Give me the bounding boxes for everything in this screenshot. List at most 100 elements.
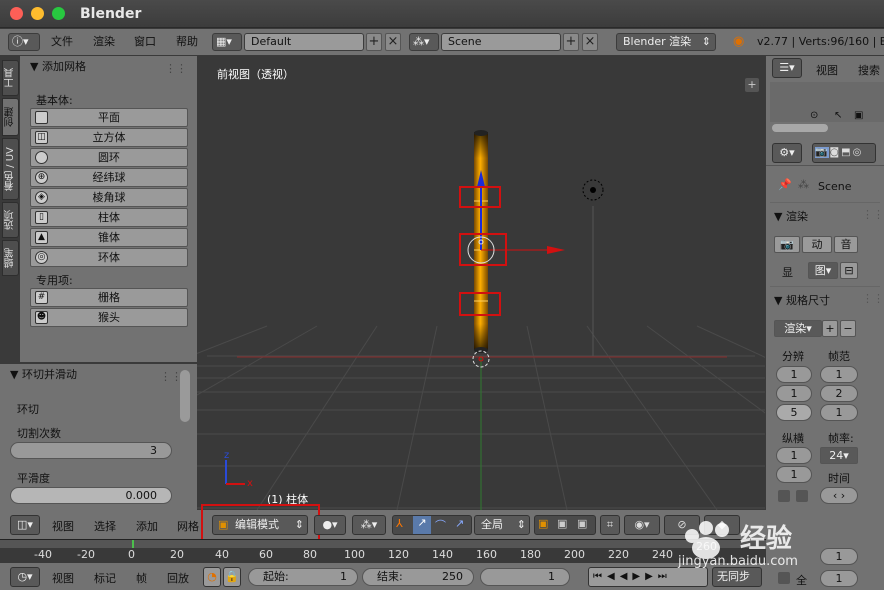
dimensions-panel-header[interactable]: ▼ 规格尺寸 xyxy=(774,292,830,308)
context-tabs[interactable]: 📷◙⬒◎ xyxy=(812,143,876,163)
add-torus-button[interactable]: ◎ 环体 xyxy=(30,248,188,267)
editor-type-3d-button[interactable]: ◫▾ xyxy=(10,515,40,535)
menu-file[interactable]: 文件 xyxy=(51,33,73,51)
add-scene-button[interactable]: + xyxy=(563,33,579,51)
manipulator-buttons[interactable]: ⅄ ↗ ⌒ ↗ xyxy=(392,515,472,535)
editor-type-timeline-button[interactable]: ◷▾ xyxy=(10,567,40,587)
tab-options[interactable]: 选项 xyxy=(2,202,19,238)
resolution-percent-field[interactable]: 5 xyxy=(776,404,812,421)
occlude-geometry-icon[interactable]: ⌗ xyxy=(600,515,620,535)
eye-icon[interactable]: ⊙ xyxy=(810,110,818,121)
aspect-y-field[interactable]: 1 xyxy=(776,466,812,483)
edge-select-icon[interactable]: ▣ xyxy=(557,517,567,530)
scrollbar[interactable] xyxy=(180,370,190,422)
screen-layout-icon[interactable]: ▦▾ xyxy=(212,33,242,51)
smoothness-field[interactable]: 0.000 xyxy=(10,487,172,504)
number-of-cuts-field[interactable]: 3 xyxy=(10,442,172,459)
render-engine-select[interactable]: Blender 渲染 ⇕ xyxy=(616,33,716,51)
lock-icon[interactable]: 🔒 xyxy=(223,567,241,587)
manipulator-toggle-icon[interactable]: ⅄ xyxy=(396,517,403,530)
menu-view[interactable]: 视图 xyxy=(52,570,74,586)
translate-icon[interactable]: ↗ xyxy=(413,516,431,534)
add-circle-button[interactable]: 圆环 xyxy=(30,148,188,167)
proportional-edit-button[interactable]: ◉▾ xyxy=(624,515,660,535)
timeline-scrub-bar[interactable] xyxy=(0,540,766,548)
time-old-field[interactable]: ‹ › xyxy=(820,487,858,504)
add-cube-button[interactable]: ◫ 立方体 xyxy=(30,128,188,147)
face-select-icon[interactable]: ▣ xyxy=(577,517,587,530)
cursor-icon[interactable]: ↖ xyxy=(834,110,842,121)
add-plane-button[interactable]: 平面 xyxy=(30,108,188,127)
camera-icon[interactable]: ▣ xyxy=(854,110,863,121)
plus-icon[interactable]: + xyxy=(745,78,759,92)
frame-rate-select[interactable]: 24▾ xyxy=(820,447,858,464)
menu-render[interactable]: 渲染 xyxy=(93,33,115,51)
menu-select[interactable]: 选择 xyxy=(94,518,116,534)
menu-view[interactable]: 视图 xyxy=(52,518,74,534)
drag-handle-icon[interactable]: ⋮⋮ xyxy=(862,208,884,221)
outliner-tree[interactable]: ⊙ ↖ ▣ xyxy=(770,82,884,122)
render-preset-select[interactable]: 渲染▾ xyxy=(774,320,822,337)
tab-shading-uv[interactable]: 着色 / UV xyxy=(2,138,19,200)
add-preset-button[interactable]: + xyxy=(822,320,838,337)
pin-icon[interactable]: 📌 xyxy=(778,178,792,191)
add-monkey-button[interactable]: ☻ 猴头 xyxy=(30,308,188,327)
add-grid-button[interactable]: # 栅格 xyxy=(30,288,188,307)
outliner-search-menu[interactable]: 搜索 xyxy=(858,62,880,78)
menu-frame[interactable]: 帧 xyxy=(136,570,147,586)
timeline-ruler[interactable]: -40 -20 0 20 40 60 80 100 120 140 160 18… xyxy=(0,539,766,563)
render-tab-icon[interactable]: 📷 xyxy=(815,147,830,158)
tab-grease-pencil[interactable]: 蜡笔 xyxy=(2,240,19,276)
crop-checkbox[interactable] xyxy=(796,490,808,502)
drag-handle-icon[interactable]: ⋮⋮ xyxy=(862,292,884,305)
render-image-button[interactable]: 📷 xyxy=(774,236,800,253)
aspect-x-field[interactable]: 1 xyxy=(776,447,812,464)
close-window-button[interactable] xyxy=(10,7,23,20)
delete-scene-button[interactable]: × xyxy=(582,33,598,51)
frame-start-field[interactable]: 1 xyxy=(820,366,858,383)
viewport-canvas[interactable] xyxy=(197,56,765,510)
drag-handle-icon[interactable]: ⋮⋮ xyxy=(160,370,182,383)
menu-marker[interactable]: 标记 xyxy=(94,570,116,586)
resolution-y-field[interactable]: 1 xyxy=(776,385,812,402)
frame-end-field[interactable]: 2 xyxy=(820,385,858,402)
add-layout-button[interactable]: + xyxy=(366,33,382,51)
display-select[interactable]: 图▾ xyxy=(808,262,838,279)
shading-mode-button[interactable]: ●▾ xyxy=(314,515,346,535)
menu-help[interactable]: 帮助 xyxy=(176,33,198,51)
delete-layout-button[interactable]: × xyxy=(385,33,401,51)
start-frame-field[interactable]: 起始: 1 xyxy=(248,568,358,586)
drag-handle-icon[interactable]: ⋮⋮ xyxy=(165,62,187,75)
pivot-point-button[interactable]: ⁂▾ xyxy=(352,515,386,535)
border-checkbox[interactable] xyxy=(778,490,790,502)
menu-window[interactable]: 窗口 xyxy=(134,33,156,51)
scale-icon[interactable]: ↗ xyxy=(455,517,464,530)
add-cone-button[interactable]: ▲ 锥体 xyxy=(30,228,188,247)
scene-icon[interactable]: ⁂▾ xyxy=(409,33,439,51)
add-ico-sphere-button[interactable]: ◈ 棱角球 xyxy=(30,188,188,207)
tab-tools[interactable]: 工具 xyxy=(2,60,19,96)
editor-type-properties-button[interactable]: ⚙▾ xyxy=(772,143,802,163)
editor-type-info-button[interactable]: ⓘ▾ xyxy=(8,33,40,51)
transform-orientation-select[interactable]: 全局 ⇕ xyxy=(474,515,530,535)
render-panel-header[interactable]: ▼ 渲染 xyxy=(774,208,808,224)
resolution-x-field[interactable]: 1 xyxy=(776,366,812,383)
menu-playback[interactable]: 回放 xyxy=(167,570,189,586)
frame-step-field[interactable]: 1 xyxy=(820,404,858,421)
editor-type-outliner-button[interactable]: ☰▾ xyxy=(772,58,802,78)
preview-range-icon[interactable]: ◔ xyxy=(203,567,221,587)
tab-create[interactable]: 创建 xyxy=(2,98,19,136)
current-frame-field[interactable]: 1 xyxy=(480,568,570,586)
vertex-select-icon[interactable]: ▣ xyxy=(538,517,548,530)
horizontal-scrollbar[interactable] xyxy=(772,124,828,132)
lock-icon[interactable]: ⊟ xyxy=(840,262,858,279)
screen-layout-field[interactable]: Default xyxy=(244,33,364,51)
add-cylinder-button[interactable]: ▯ 柱体 xyxy=(30,208,188,227)
render-animation-button[interactable]: 动 xyxy=(802,236,832,253)
outliner-view-menu[interactable]: 视图 xyxy=(816,62,838,78)
remove-preset-button[interactable]: − xyxy=(840,320,856,337)
add-uv-sphere-button[interactable]: ⊕ 经纬球 xyxy=(30,168,188,187)
render-audio-button[interactable]: 音 xyxy=(834,236,858,253)
minimize-window-button[interactable] xyxy=(31,7,44,20)
scene-field[interactable]: Scene xyxy=(441,33,561,51)
